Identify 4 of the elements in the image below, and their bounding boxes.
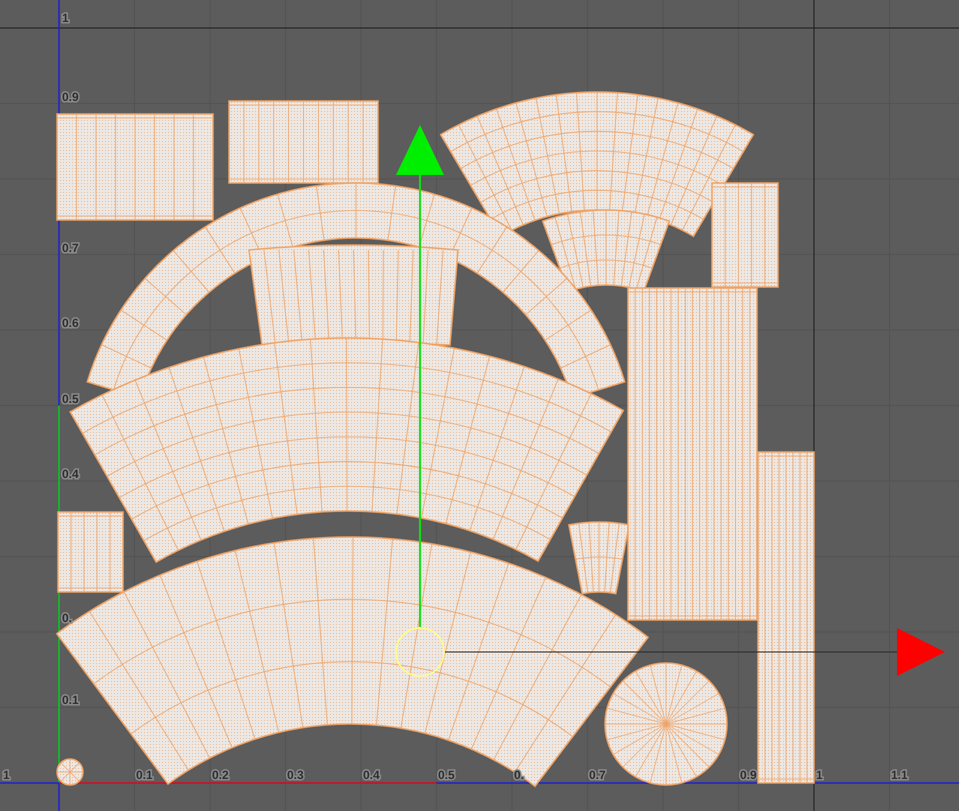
pivot-circle[interactable] <box>395 627 445 677</box>
u-move-arrow-icon[interactable] <box>897 628 945 676</box>
axis-label: 0. <box>514 768 524 782</box>
v-move-arrow-icon[interactable] <box>396 125 444 175</box>
